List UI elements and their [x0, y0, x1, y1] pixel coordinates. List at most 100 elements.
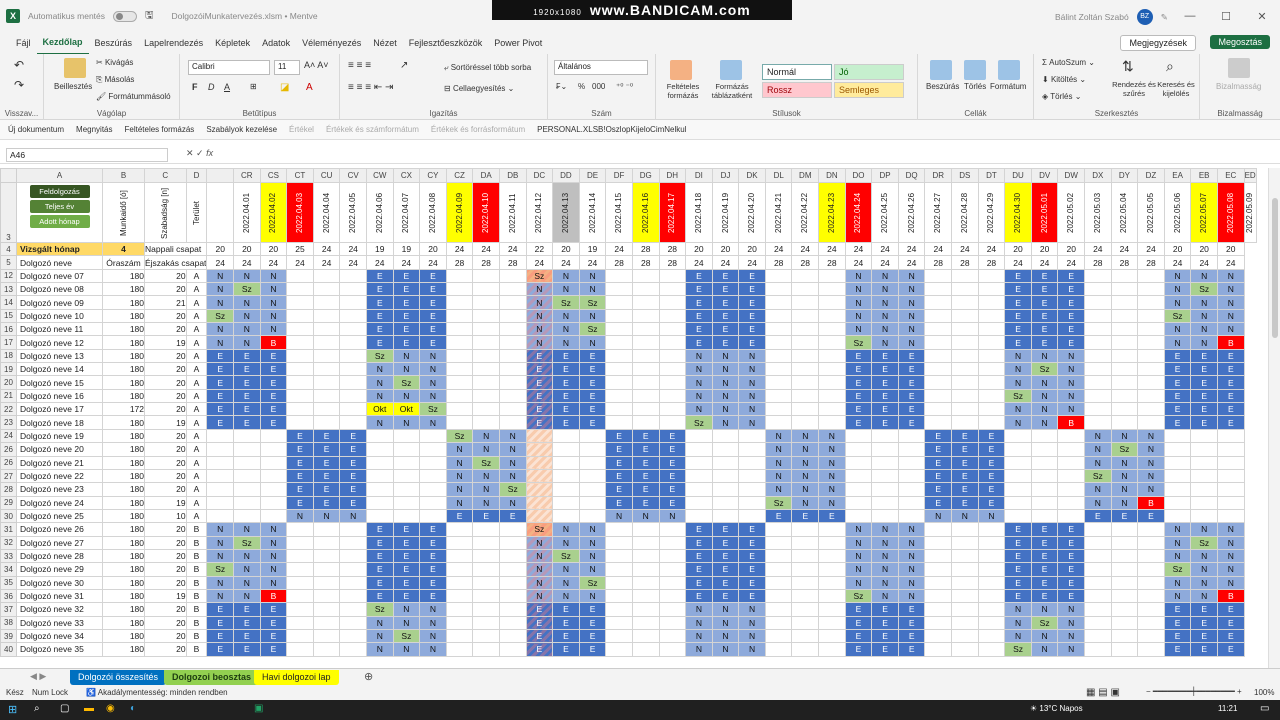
- shift-cell[interactable]: [1110, 548, 1139, 564]
- maximize-icon[interactable]: ☐: [1208, 10, 1244, 23]
- shift-cell[interactable]: [578, 455, 607, 470]
- shift-cell[interactable]: [259, 508, 288, 524]
- shift-cell[interactable]: [764, 348, 793, 364]
- shift-cell[interactable]: [977, 322, 1006, 337]
- row-header[interactable]: 33: [0, 548, 17, 564]
- shift-cell[interactable]: N: [233, 295, 261, 310]
- night-team-count[interactable]: 28: [631, 255, 660, 270]
- shift-cell[interactable]: E: [658, 468, 687, 484]
- shift-cell[interactable]: E: [1057, 335, 1086, 350]
- hours-value[interactable]: 180: [102, 348, 145, 364]
- shift-cell[interactable]: [631, 535, 660, 550]
- shift-cell[interactable]: E: [365, 322, 394, 337]
- zoom-slider[interactable]: − ━━━━━━━━┿━━━━━━━━ +: [1146, 687, 1242, 696]
- shift-cell[interactable]: N: [1004, 628, 1032, 644]
- table-row[interactable]: 27 Dolgozó neve 22 180 20 A E E E N N N E E E N N N E E E Sz…: [0, 468, 1257, 484]
- hours-value[interactable]: 172: [102, 402, 145, 417]
- leave-value[interactable]: 20: [144, 282, 187, 297]
- area-value[interactable]: B: [185, 602, 208, 617]
- day-team-count[interactable]: 24: [924, 241, 953, 257]
- row-header[interactable]: 39: [0, 628, 17, 644]
- shift-cell[interactable]: [605, 415, 633, 430]
- shift-cell[interactable]: [498, 642, 527, 657]
- shift-cell[interactable]: [818, 335, 846, 350]
- column-header[interactable]: DK: [738, 168, 766, 183]
- shift-cell[interactable]: [339, 535, 367, 550]
- employee-name[interactable]: Dolgozó neve 16: [16, 388, 103, 404]
- shift-cell[interactable]: E: [977, 428, 1006, 444]
- shift-cell[interactable]: E: [1163, 628, 1192, 644]
- currency-icon[interactable]: ₣⌄: [556, 82, 567, 91]
- shift-cell[interactable]: [472, 602, 500, 617]
- shift-cell[interactable]: E: [552, 388, 580, 404]
- shift-cell[interactable]: N: [233, 562, 261, 577]
- employee-name[interactable]: Dolgozó neve 15: [16, 375, 103, 390]
- date-header[interactable]: 2022.04.14: [578, 182, 607, 243]
- shift-cell[interactable]: [631, 268, 660, 284]
- row-header[interactable]: 20: [0, 375, 17, 390]
- shift-cell[interactable]: N: [259, 522, 288, 537]
- area-value[interactable]: A: [185, 335, 208, 350]
- shift-cell[interactable]: E: [1004, 295, 1032, 310]
- shift-cell[interactable]: N: [871, 548, 899, 564]
- shift-cell[interactable]: N: [206, 535, 235, 550]
- day-team-label[interactable]: Nappali csapat: [143, 241, 208, 257]
- shift-cell[interactable]: [685, 455, 713, 470]
- area-value[interactable]: A: [185, 282, 208, 297]
- shift-cell[interactable]: B: [1057, 415, 1086, 430]
- qat-item-4[interactable]: Értékel: [289, 125, 314, 134]
- shift-cell[interactable]: [233, 455, 261, 470]
- shift-cell[interactable]: [924, 388, 953, 404]
- shift-cell[interactable]: [658, 268, 687, 284]
- shift-cell[interactable]: [312, 335, 341, 350]
- name-box[interactable]: A46: [6, 148, 168, 162]
- shift-cell[interactable]: [552, 428, 580, 444]
- shift-cell[interactable]: N: [791, 455, 820, 470]
- shift-cell[interactable]: [791, 415, 820, 430]
- shift-cell[interactable]: N: [206, 575, 235, 590]
- date-header[interactable]: 2022.05.08: [1216, 182, 1245, 243]
- row-header[interactable]: 38: [0, 615, 17, 630]
- shift-cell[interactable]: [631, 602, 660, 617]
- night-team-count[interactable]: 28: [791, 255, 820, 270]
- shift-cell[interactable]: [445, 348, 474, 364]
- shift-cell[interactable]: N: [871, 522, 899, 537]
- tab-nav-icon[interactable]: ◀ ▶: [30, 671, 46, 682]
- shift-cell[interactable]: [791, 628, 820, 644]
- leave-value[interactable]: 20: [144, 348, 187, 364]
- shift-cell[interactable]: E: [1030, 522, 1059, 537]
- shift-cell[interactable]: [1084, 602, 1112, 617]
- shift-cell[interactable]: [1110, 348, 1139, 364]
- night-team-count[interactable]: 28: [498, 255, 527, 270]
- shift-cell[interactable]: [206, 468, 235, 484]
- shift-cell[interactable]: [233, 495, 261, 510]
- shift-cell[interactable]: N: [738, 362, 766, 377]
- shift-cell[interactable]: [339, 602, 367, 617]
- shift-cell[interactable]: [818, 375, 846, 390]
- shift-cell[interactable]: [339, 575, 367, 590]
- shift-cell[interactable]: [818, 388, 846, 404]
- employee-name[interactable]: Dolgozó neve 18: [16, 415, 103, 430]
- shift-cell[interactable]: [1110, 362, 1139, 377]
- shift-cell[interactable]: [445, 575, 474, 590]
- shift-cell[interactable]: [685, 508, 713, 524]
- hours-value[interactable]: 180: [102, 268, 145, 284]
- day-team-count[interactable]: 24: [844, 241, 873, 257]
- shift-cell[interactable]: [685, 495, 713, 510]
- shift-cell[interactable]: [286, 575, 314, 590]
- shift-cell[interactable]: [1216, 508, 1245, 524]
- shift-cell[interactable]: [1110, 295, 1139, 310]
- shift-cell[interactable]: N: [871, 268, 899, 284]
- bold-button[interactable]: F: [192, 82, 198, 92]
- shift-cell[interactable]: E: [578, 628, 607, 644]
- shift-cell[interactable]: [685, 442, 713, 457]
- shift-cell[interactable]: N: [233, 308, 261, 324]
- employee-name[interactable]: Dolgozó neve 21: [16, 455, 103, 470]
- shift-cell[interactable]: N: [711, 388, 740, 404]
- day-team-count[interactable]: 24: [897, 241, 926, 257]
- shift-cell[interactable]: [472, 375, 500, 390]
- column-header[interactable]: DV: [1030, 168, 1059, 183]
- percent-button[interactable]: %: [578, 82, 585, 91]
- day-team-count[interactable]: 19: [365, 241, 394, 257]
- shift-cell[interactable]: E: [1163, 375, 1192, 390]
